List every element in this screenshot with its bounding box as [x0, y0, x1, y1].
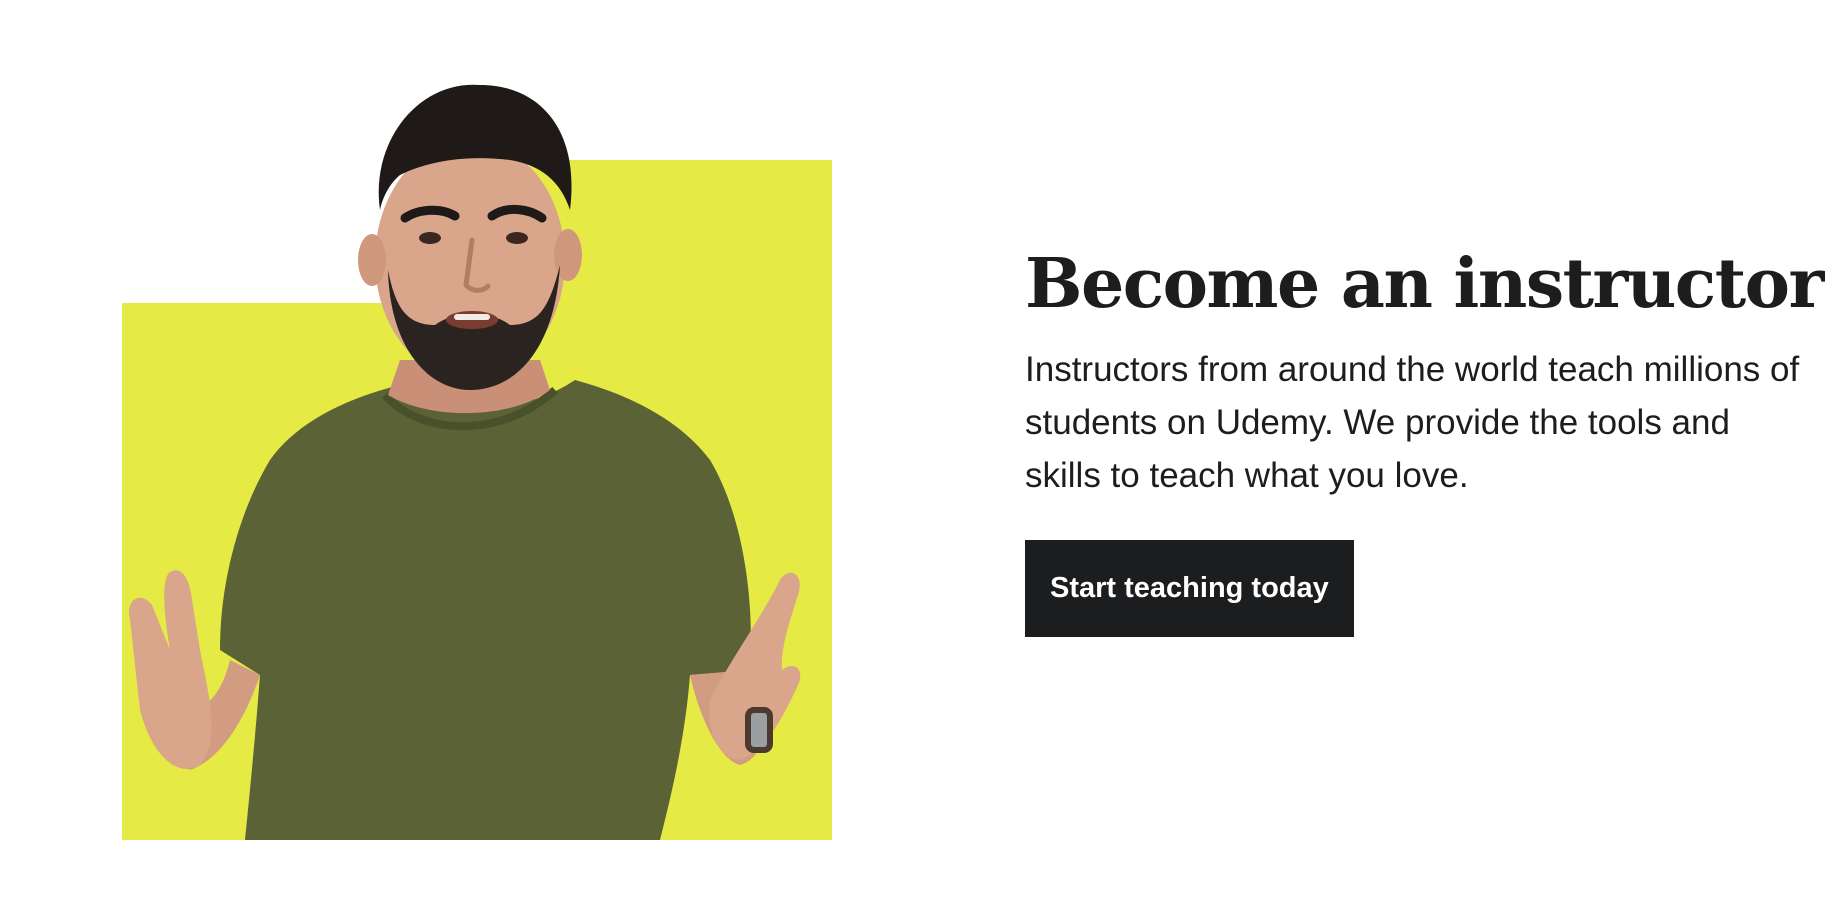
instructor-photo [70, 60, 840, 840]
left-eye [419, 232, 441, 244]
start-teaching-button[interactable]: Start teaching today [1025, 540, 1354, 637]
instructor-illustration [122, 84, 832, 840]
right-eye [506, 232, 528, 244]
section-heading: Become an instructor [1025, 244, 1824, 324]
instructor-promo-section: Become an instructor Instructors from ar… [0, 0, 1826, 904]
promo-content: Become an instructor Instructors from ar… [1025, 244, 1824, 637]
section-description: Instructors from around the world teach … [1025, 350, 1800, 495]
t-shirt [220, 380, 751, 840]
left-ear [358, 234, 386, 286]
teeth [454, 314, 490, 320]
wristwatch [745, 707, 773, 753]
